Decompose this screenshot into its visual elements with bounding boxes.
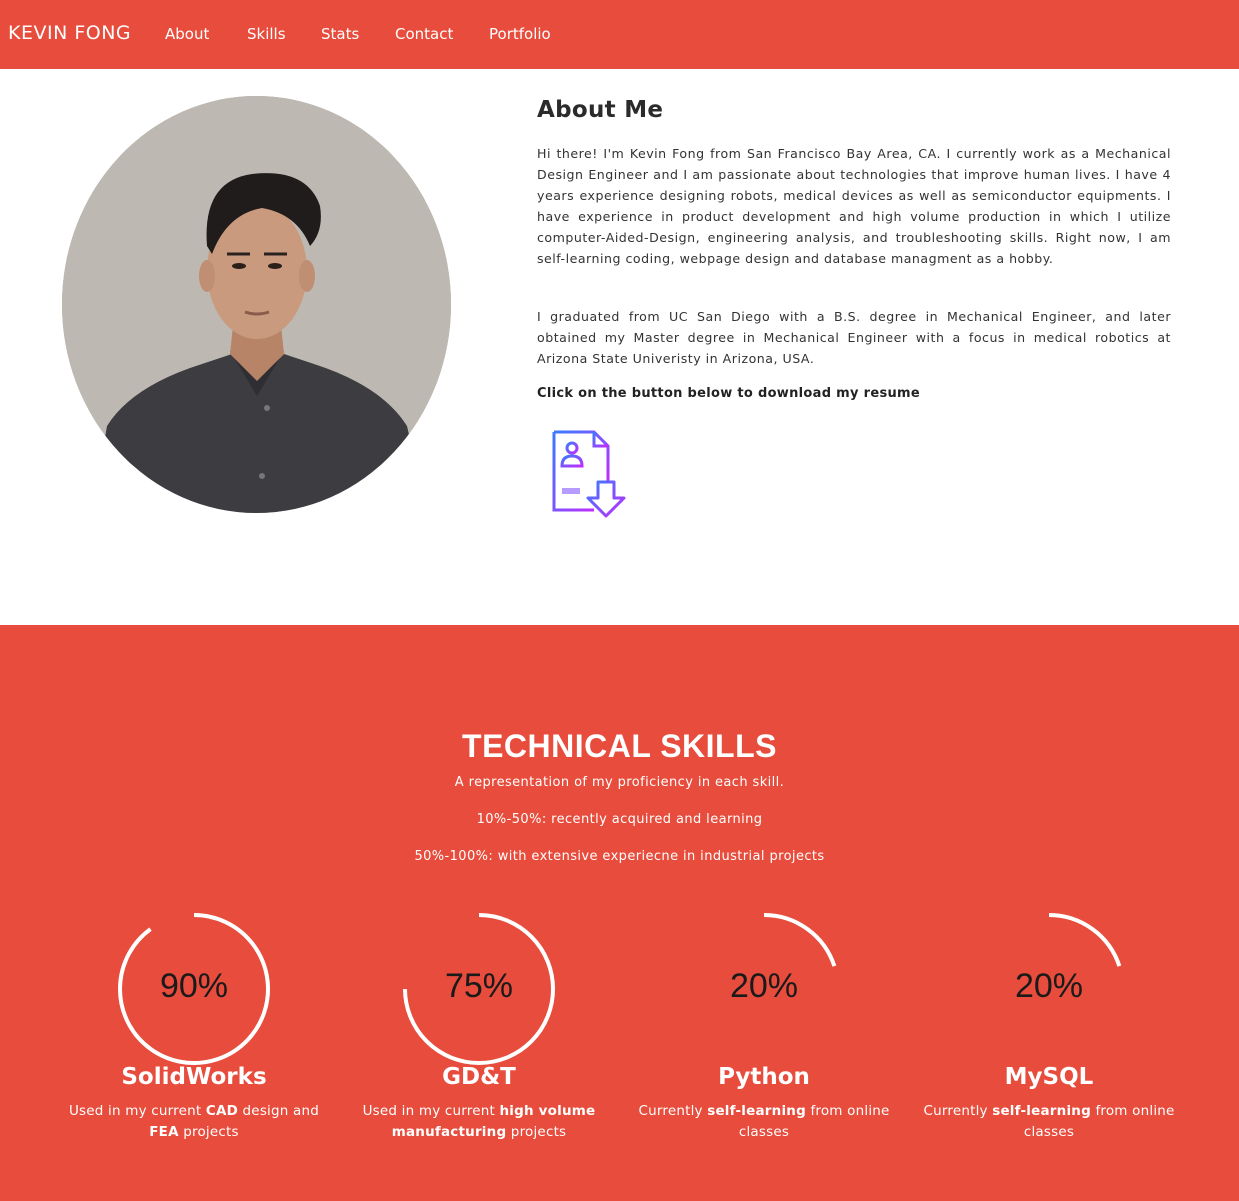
skill-progress-ring: 20% (968, 908, 1130, 1070)
skills-section: TECHNICAL SKILLS A representation of my … (0, 625, 1239, 1201)
skill-percent: 90% (159, 967, 229, 1005)
skill-card: 20% MySQL Currently self-learning from onl… (904, 908, 1194, 1148)
skill-percent: 75% (444, 967, 514, 1005)
nav-about[interactable]: About (165, 25, 209, 43)
skill-description: Used in my current high volume manufactu… (362, 1103, 596, 1140)
skill-progress-ring: 90% (113, 908, 275, 1070)
skill-description: Currently self-learning from online clas… (923, 1103, 1175, 1140)
skill-name: GD&T (442, 1064, 516, 1090)
resume-download-icon (552, 430, 626, 518)
skill-name: MySQL (1004, 1064, 1094, 1090)
nav-stats[interactable]: Stats (321, 25, 359, 43)
skill-card: 75% GD&T Used in my current high volume ma… (334, 908, 624, 1148)
skill-progress-arc (1048, 913, 1122, 967)
nav-contact[interactable]: Contact (395, 25, 453, 43)
about-title: About Me (537, 97, 664, 123)
nav-portfolio[interactable]: Portfolio (489, 25, 551, 43)
navbar: KEVIN FONG About Skills Stats Contact Po… (0, 0, 1239, 69)
skills-title: TECHNICAL SKILLS (462, 728, 777, 764)
skill-description: Used in my current CAD design and FEA pr… (68, 1103, 320, 1140)
skills-range-high: 50%-100%: with extensive experiecne in i… (414, 849, 825, 864)
resume-cta: Click on the button below to download my… (537, 386, 920, 401)
skill-card: 90% SolidWorks Used in my current CAD desi… (49, 908, 339, 1148)
skill-name: Python (718, 1064, 810, 1090)
skill-percent: 20% (1014, 967, 1084, 1005)
resume-download-button[interactable] (548, 426, 630, 522)
skill-name: SolidWorks (121, 1064, 267, 1090)
nav-skills[interactable]: Skills (247, 25, 286, 43)
skill-progress-ring: 75% (398, 908, 560, 1070)
skills-range-low: 10%-50%: recently acquired and learning (476, 812, 763, 827)
brand-logo[interactable]: KEVIN FONG (8, 22, 131, 44)
skill-progress-ring: 20% (683, 908, 845, 1070)
skills-subtitle: A representation of my proficiency in ea… (454, 775, 785, 790)
skill-description: Currently self-learning from online clas… (638, 1103, 890, 1140)
skill-progress-arc (763, 913, 837, 967)
profile-photo (62, 96, 451, 513)
about-paragraph-1: Hi there! I'm Kevin Fong from San Franci… (537, 146, 1171, 266)
about-paragraph-2: I graduated from UC San Diego with a B.S… (537, 309, 1171, 366)
skill-card: 20% Python Currently self-learning from on… (619, 908, 909, 1148)
skill-percent: 20% (729, 967, 799, 1005)
